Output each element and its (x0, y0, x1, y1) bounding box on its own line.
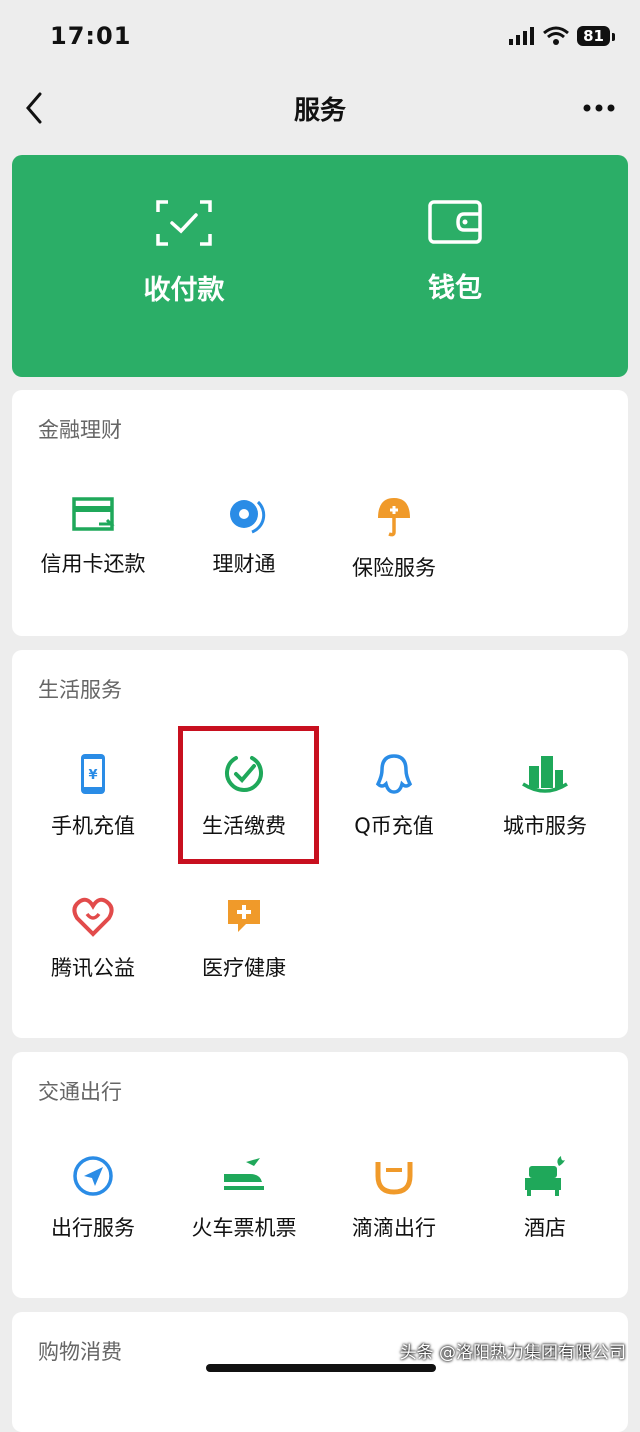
pay-card: 收付款 钱包 (12, 155, 628, 377)
city-icon (522, 756, 568, 793)
wifi-icon (543, 26, 570, 45)
scan-check-icon (156, 200, 212, 246)
item-label: 理财通 (212, 552, 276, 576)
wallet-button[interactable]: 钱包 (355, 200, 555, 305)
item-label: 信用卡还款 (40, 552, 146, 576)
svg-text:¥: ¥ (88, 768, 97, 783)
q-coin-recharge-item[interactable]: Q币充值 (319, 752, 469, 840)
item-label: 手机充值 (51, 814, 135, 838)
page-title: 服务 (293, 96, 346, 126)
section-title: 生活服务 (38, 678, 122, 702)
city-services-item[interactable]: 城市服务 (470, 752, 620, 840)
navigation-icon (73, 1156, 113, 1196)
status-bar: 17:01 81 (0, 0, 640, 76)
section-title: 交通出行 (38, 1080, 122, 1104)
hotel-bed-icon (525, 1156, 565, 1196)
receive-pay-label: 收付款 (143, 275, 225, 306)
status-icons: 81 (509, 26, 615, 46)
wealth-icon (230, 500, 266, 534)
item-label: 出行服务 (51, 1216, 135, 1240)
wallet-icon (428, 200, 482, 244)
licaitong-item[interactable]: 理财通 (169, 494, 319, 578)
medical-health-item[interactable]: 医疗健康 (169, 894, 319, 982)
item-label: 医疗健康 (202, 956, 286, 980)
status-time: 17:01 (50, 22, 132, 50)
nav-bar: 服务 (0, 76, 640, 142)
credit-card-repay-item[interactable]: 信用卡还款 (18, 494, 168, 578)
section-title: 购物消费 (38, 1340, 122, 1364)
item-label: Q币充值 (354, 814, 434, 838)
train-flight-tickets-item[interactable]: 火车票机票 (169, 1154, 319, 1242)
hotel-item[interactable]: 酒店 (470, 1154, 620, 1242)
heart-icon (72, 897, 114, 937)
receive-pay-button[interactable]: 收付款 (84, 200, 284, 307)
battery-indicator: 81 (577, 26, 615, 46)
item-label: 城市服务 (503, 814, 587, 838)
didi-icon (375, 1162, 413, 1195)
item-label: 滴滴出行 (352, 1216, 436, 1240)
credit-card-icon (72, 497, 115, 531)
transport-section: 交通出行 出行服务 火车票机票 滴滴出行 酒店 (12, 1052, 628, 1298)
didi-item[interactable]: 滴滴出行 (319, 1154, 469, 1242)
finance-section: 金融理财 信用卡还款 理财通 保险服务 (12, 390, 628, 636)
shopping-section: 购物消费 (12, 1312, 628, 1432)
insurance-item[interactable]: 保险服务 (319, 494, 469, 582)
qq-penguin-icon (375, 754, 413, 794)
highlight-box (178, 726, 319, 864)
phone-recharge-item[interactable]: ¥ 手机充值 (18, 752, 168, 840)
medical-icon (228, 900, 260, 932)
item-label: 保险服务 (352, 556, 436, 580)
tencent-charity-item[interactable]: 腾讯公益 (18, 894, 168, 982)
travel-services-item[interactable]: 出行服务 (18, 1154, 168, 1242)
home-indicator[interactable] (206, 1364, 436, 1372)
more-dots-icon[interactable] (582, 98, 616, 118)
signal-icon (509, 27, 535, 45)
life-services-section: 生活服务 ¥ 手机充值 生活缴费 Q币充值 城市服务 腾讯公益 医疗健康 (12, 650, 628, 1038)
train-plane-icon (224, 1158, 264, 1190)
watermark: 头条 @洛阳热力集团有限公司 (399, 1343, 626, 1363)
item-label: 酒店 (524, 1216, 566, 1240)
wallet-label: 钱包 (428, 273, 482, 304)
phone-icon: ¥ (81, 754, 105, 794)
item-label: 腾讯公益 (51, 956, 135, 980)
umbrella-icon (378, 498, 410, 537)
section-title: 金融理财 (38, 418, 122, 442)
item-label: 火车票机票 (191, 1216, 297, 1240)
